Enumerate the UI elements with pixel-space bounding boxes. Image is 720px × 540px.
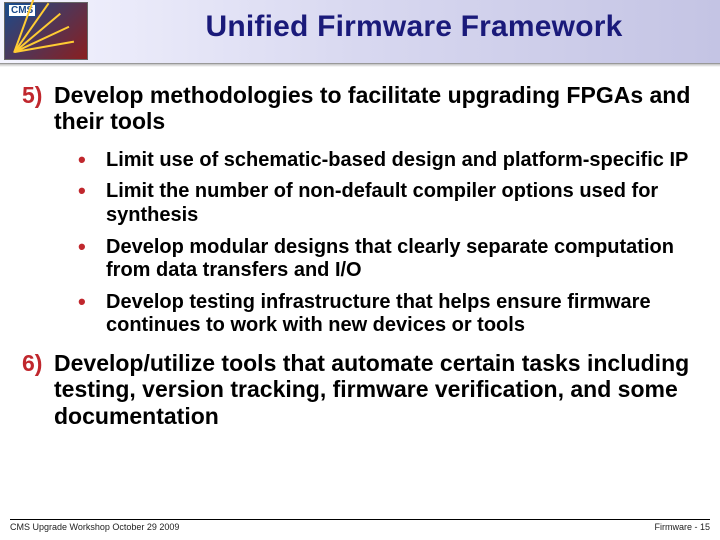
list-item-6: 6) Develop/utilize tools that automate c… [22,350,698,429]
list-item-5: 5) Develop methodologies to facilitate u… [22,82,698,135]
list-text-5: Develop methodologies to facilitate upgr… [54,82,698,135]
slide: CMS Unified Firmware Framework 5) Develo… [0,0,720,540]
bullet-text: Limit the number of non-default compiler… [106,180,698,227]
sub-bullet-list: • Limit use of schematic-based design an… [78,149,698,338]
bullet-icon: • [78,149,106,171]
footer: CMS Upgrade Workshop October 29 2009 Fir… [10,519,710,532]
cms-logo: CMS [4,2,88,60]
bullet-text: Limit use of schematic-based design and … [106,149,688,173]
bullet-icon: • [78,291,106,313]
bullet-icon: • [78,180,106,202]
list-text-6: Develop/utilize tools that automate cert… [54,350,698,429]
footer-page-number: 15 [700,522,710,532]
bullet-icon: • [78,236,106,258]
footer-right: Firmware - 15 [654,522,710,532]
bullet-text: Develop testing infrastructure that help… [106,291,698,338]
footer-right-label: Firmware - [654,522,697,532]
footer-left: CMS Upgrade Workshop October 29 2009 [10,522,179,532]
list-item: • Limit use of schematic-based design an… [78,149,698,173]
bullet-text: Develop modular designs that clearly sep… [106,236,698,283]
list-item: • Limit the number of non-default compil… [78,180,698,227]
content: 5) Develop methodologies to facilitate u… [0,64,720,429]
list-marker-5: 5) [22,82,54,109]
list-marker-6: 6) [22,350,54,377]
title-bar: CMS Unified Firmware Framework [0,0,720,64]
cms-logo-rays [15,13,75,53]
list-item: • Develop modular designs that clearly s… [78,236,698,283]
list-item: • Develop testing infrastructure that he… [78,291,698,338]
page-title: Unified Firmware Framework [120,10,708,44]
